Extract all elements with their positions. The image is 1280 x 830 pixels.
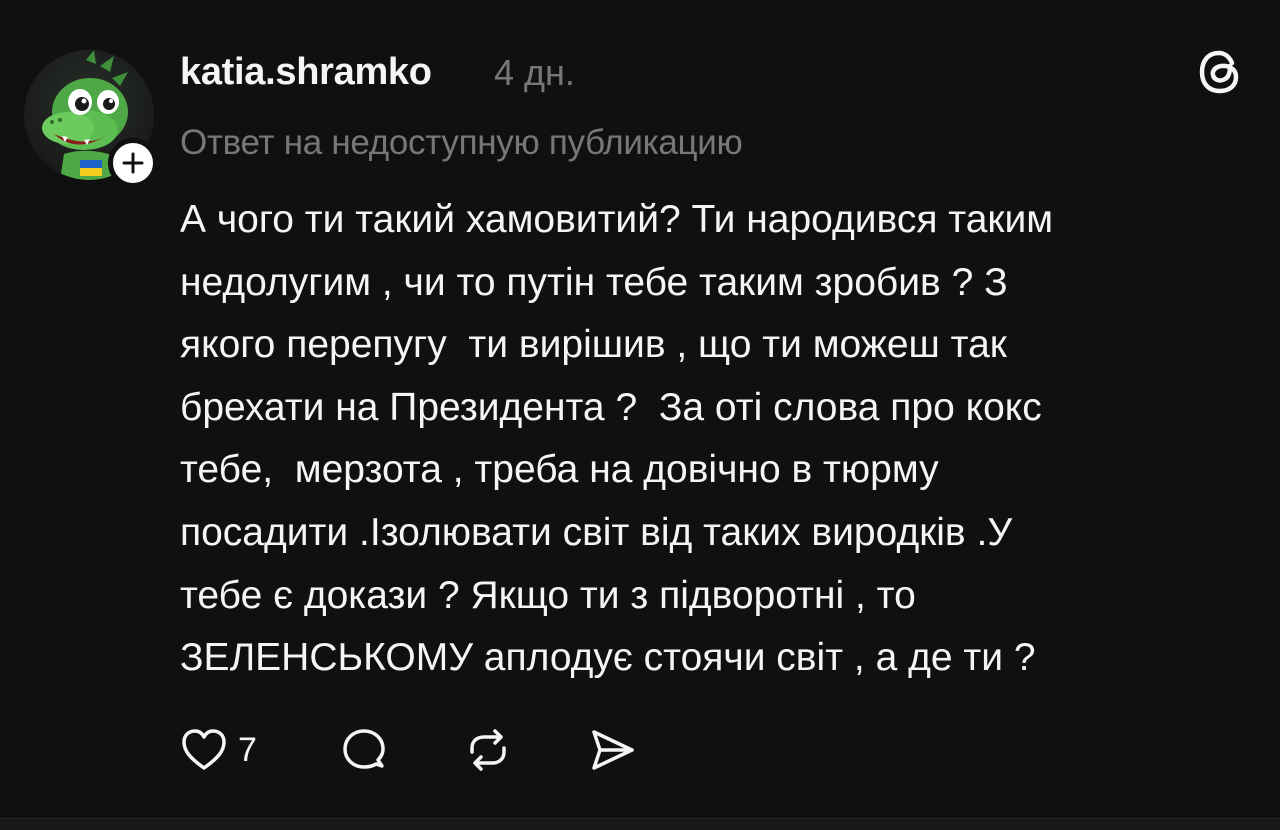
comment-bubble-icon bbox=[343, 729, 385, 769]
avatar-container[interactable] bbox=[24, 50, 158, 188]
post-body: А чого ти такий хамовитий? Ти народився … bbox=[180, 198, 1054, 680]
plus-icon bbox=[122, 152, 144, 174]
threads-post: katia.shramko 4 дн. Ответ на недоступную… bbox=[0, 0, 1280, 830]
like-count: 7 bbox=[238, 730, 257, 769]
repost-button[interactable] bbox=[460, 718, 516, 782]
share-button[interactable] bbox=[584, 718, 640, 782]
follow-button[interactable] bbox=[108, 138, 158, 188]
heart-icon bbox=[182, 729, 226, 770]
post-timestamp[interactable]: 4 дн. bbox=[494, 51, 575, 95]
comment-button[interactable] bbox=[336, 718, 392, 782]
post-divider bbox=[0, 818, 1280, 830]
like-button[interactable]: 7 bbox=[176, 718, 257, 782]
threads-logo-icon[interactable] bbox=[1192, 44, 1248, 100]
send-icon bbox=[592, 730, 634, 770]
reply-context-label[interactable]: Ответ на недоступную публикацию bbox=[180, 121, 743, 165]
username-link[interactable]: katia.shramko bbox=[180, 50, 432, 94]
repost-icon bbox=[470, 729, 506, 771]
